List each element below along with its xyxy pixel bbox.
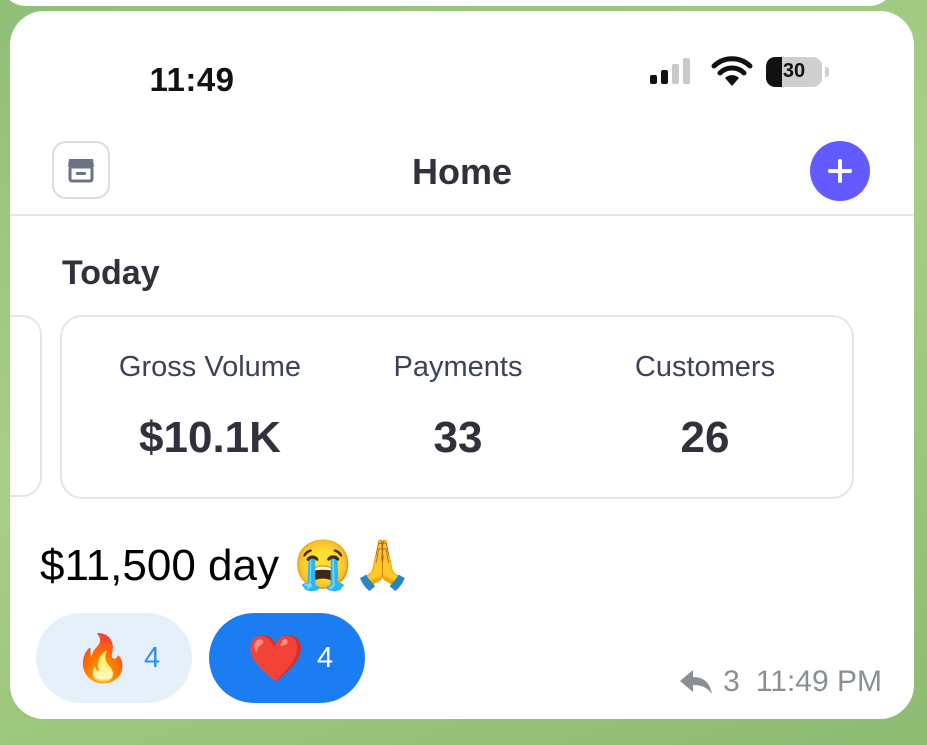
metric-value: $10.1K	[139, 413, 281, 462]
reply-icon[interactable]	[679, 669, 713, 695]
wifi-icon	[711, 56, 753, 86]
metric-value: 33	[433, 413, 483, 462]
message-timestamp: 11:49 PM	[755, 665, 882, 698]
today-metrics-card[interactable]: Gross Volume $10.1K Payments 33 Customer…	[60, 315, 854, 499]
metric-label: Customers	[634, 351, 776, 383]
reaction-heart[interactable]: ❤️ 4	[209, 613, 365, 703]
signal-icon	[650, 58, 690, 84]
battery-icon: 30	[766, 57, 822, 87]
previous-message-bubble	[0, 0, 895, 6]
metric-value: 26	[680, 413, 730, 462]
heart-icon: ❤️	[247, 632, 305, 684]
message-text-row: $11,500 day 😭🙏	[40, 541, 412, 591]
status-time: 11:49	[149, 61, 235, 98]
message-emojis: 😭🙏	[292, 539, 413, 592]
reply-count[interactable]: 3	[723, 665, 740, 699]
battery-percent: 30	[782, 60, 806, 82]
page-title: Home	[411, 151, 513, 192]
storefront-icon	[68, 159, 94, 183]
metric-label: Gross Volume	[118, 351, 302, 383]
today-heading: Today	[62, 254, 160, 292]
message-text: $11,500 day	[40, 541, 279, 590]
header-divider	[10, 214, 914, 216]
plus-icon	[828, 159, 852, 183]
previous-metrics-card[interactable]	[10, 315, 42, 497]
reaction-fire[interactable]: 🔥 4	[36, 613, 192, 703]
message-bubble[interactable]: 11:49 30 Home Today Gross Volume $10.1K …	[10, 11, 914, 719]
metric-label: Payments	[393, 351, 523, 383]
reaction-count: 4	[317, 641, 334, 674]
fire-icon: 🔥	[74, 632, 132, 684]
storefront-button[interactable]	[52, 141, 110, 199]
reaction-count: 4	[144, 641, 161, 674]
add-button[interactable]	[810, 141, 870, 201]
message-meta: 3 11:49 PM	[679, 665, 882, 699]
battery-nub	[825, 67, 829, 77]
